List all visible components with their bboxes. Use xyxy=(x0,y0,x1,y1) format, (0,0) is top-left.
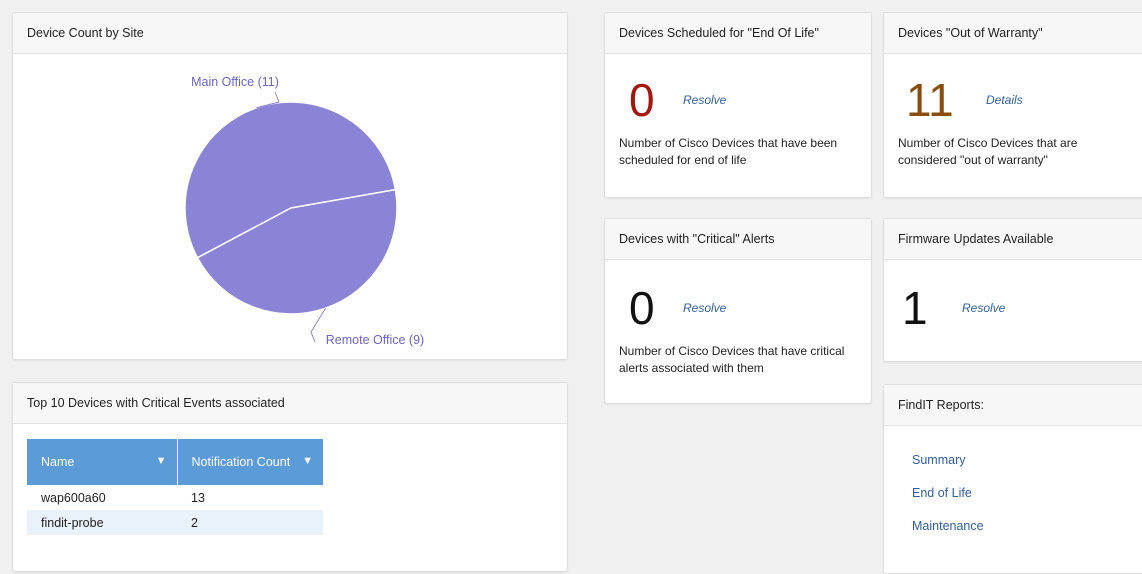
page-top-strip xyxy=(0,0,1142,6)
critical-alerts-title: Devices with "Critical" Alerts xyxy=(605,219,871,260)
end-of-life-title: Devices Scheduled for "End Of Life" xyxy=(605,13,871,54)
filter-icon[interactable]: ▼ xyxy=(302,455,313,467)
critical-alerts-count: 0 xyxy=(629,282,655,334)
device-name-cell: findit-probe xyxy=(27,510,177,535)
pie-leader-line xyxy=(310,307,326,343)
column-header-name[interactable]: Name ▼ xyxy=(27,439,178,485)
device-count-title: Device Count by Site xyxy=(13,13,567,54)
report-link-end-of-life[interactable]: End of Life xyxy=(912,486,972,500)
report-link-maintenance[interactable]: Maintenance xyxy=(912,519,984,533)
top-devices-panel: Top 10 Devices with Critical Events asso… xyxy=(12,382,568,572)
out-of-warranty-description: Number of Cisco Devices that are conside… xyxy=(898,136,1078,167)
reports-title: FindIT Reports: xyxy=(884,385,1142,426)
top-devices-title: Top 10 Devices with Critical Events asso… xyxy=(13,383,567,424)
out-of-warranty-panel: Devices "Out of Warranty" 11 Details Num… xyxy=(883,12,1142,198)
firmware-title: Firmware Updates Available xyxy=(884,219,1142,260)
device-name-cell: wap600a60 xyxy=(41,490,106,505)
report-link-summary[interactable]: Summary xyxy=(912,453,965,467)
end-of-life-resolve-link[interactable]: Resolve xyxy=(683,93,726,107)
pie-label: Main Office (11) xyxy=(191,75,279,89)
end-of-life-count: 0 xyxy=(629,74,655,126)
critical-alerts-description: Number of Cisco Devices that have critic… xyxy=(619,344,845,375)
column-header-notification-count[interactable]: Notification Count ▼ xyxy=(177,439,323,485)
end-of-life-panel: Devices Scheduled for "End Of Life" 0 Re… xyxy=(604,12,872,198)
device-count-pie-chart: Main Office (11) Remote Office (9) xyxy=(184,75,424,347)
out-of-warranty-count: 11 xyxy=(906,74,954,126)
firmware-resolve-link[interactable]: Resolve xyxy=(962,301,1005,315)
critical-alerts-resolve-link[interactable]: Resolve xyxy=(683,301,726,315)
filter-icon[interactable]: ▼ xyxy=(156,455,167,467)
device-count-panel: Device Count by Site Main Office (11) Rem… xyxy=(12,12,568,360)
top-devices-table: Name ▼ Notification Count ▼ wap600a60 13… xyxy=(27,439,323,535)
table-row[interactable]: wap600a60 13 xyxy=(27,485,323,510)
column-name-label: Name xyxy=(41,455,75,469)
column-notification-count-label: Notification Count xyxy=(191,455,291,469)
firmware-panel: Firmware Updates Available 1 Resolve xyxy=(883,218,1142,362)
firmware-count: 1 xyxy=(902,282,928,334)
end-of-life-description: Number of Cisco Devices that have been s… xyxy=(619,136,838,167)
pie-label: Remote Office (9) xyxy=(326,333,424,347)
table-row[interactable]: findit-probe 2 xyxy=(27,510,323,535)
notification-count-cell: 2 xyxy=(177,510,323,535)
critical-alerts-panel: Devices with "Critical" Alerts 0 Resolve… xyxy=(604,218,872,404)
out-of-warranty-details-link[interactable]: Details xyxy=(986,93,1023,107)
notification-count-cell: 13 xyxy=(191,490,205,505)
reports-panel: FindIT Reports: Summary End of Life Main… xyxy=(883,384,1142,574)
out-of-warranty-title: Devices "Out of Warranty" xyxy=(884,13,1142,54)
